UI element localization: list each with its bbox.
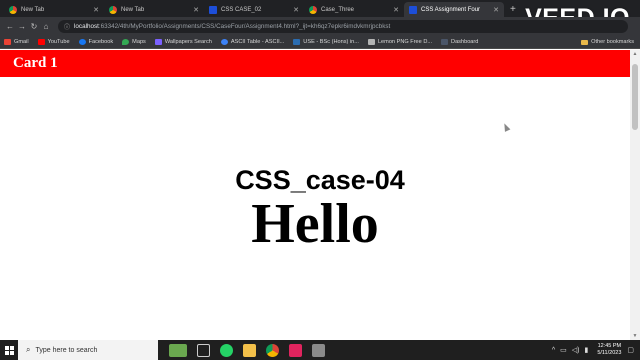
new-tab-button[interactable]: + (504, 2, 522, 17)
tab-label: New Tab (121, 6, 145, 13)
bookmark-label: Maps (132, 38, 146, 45)
network-icon[interactable]: ▭ (560, 346, 567, 354)
url-host: localhost (74, 22, 99, 30)
home-icon[interactable]: ⌂ (40, 22, 52, 31)
bookmark-gmail[interactable]: Gmail (4, 38, 29, 45)
back-arrow-icon[interactable]: ← (4, 22, 16, 31)
tab-label: Case_Three (321, 6, 355, 13)
taskbar-search[interactable]: ⌕ Type here to search (18, 340, 158, 360)
intellij-taskbar-icon[interactable] (289, 343, 302, 357)
search-placeholder: Type here to search (35, 346, 98, 354)
bookmark-label: USE - BSc (Hons) in... (303, 38, 359, 45)
mouse-cursor-icon (501, 122, 511, 132)
tab-css-assignment-four[interactable]: CSS Assignment Four ✕ (404, 2, 504, 17)
close-icon[interactable]: ✕ (393, 6, 399, 14)
whatsapp-icon[interactable] (220, 343, 233, 357)
chrome-icon (309, 5, 317, 14)
file-explorer-icon[interactable] (243, 343, 256, 357)
bookmark-maps[interactable]: Maps (122, 38, 146, 45)
widgets-icon[interactable] (169, 343, 187, 357)
bookmark-facebook[interactable]: Facebook (78, 38, 114, 45)
page-scrollbar[interactable]: ▲ ▼ (630, 50, 640, 340)
notifications-icon[interactable]: ▢ (627, 346, 634, 354)
chrome-taskbar-icon[interactable] (266, 343, 279, 357)
maps-pin-icon (122, 38, 130, 45)
search-icon: ⌕ (26, 345, 31, 354)
bookmark-label: ASCII Table - ASCII... (230, 38, 285, 45)
folder-icon (581, 39, 589, 45)
chrome-icon (9, 5, 17, 14)
tab-case-three[interactable]: Case_Three ✕ (304, 2, 404, 17)
bookmark-label: Facebook (88, 38, 114, 45)
scroll-up-icon[interactable]: ▲ (630, 51, 640, 57)
hello-heading: Hello (251, 193, 379, 255)
scroll-thumb[interactable] (632, 64, 638, 130)
clock-time: 12:45 PM (597, 343, 622, 349)
bookmark-dashboard[interactable]: Dashboard (441, 38, 479, 45)
battery-icon[interactable]: ▮ (584, 346, 588, 354)
windows-logo-icon (4, 345, 14, 355)
bookmark-lemon-png[interactable]: Lemon PNG Free D... (367, 38, 433, 45)
intellij-icon (409, 5, 417, 14)
taskbar-apps (164, 343, 330, 357)
bookmark-ascii-table[interactable]: ASCII Table - ASCII... (220, 38, 285, 45)
tab-label: CSS CASE_02 (221, 6, 262, 13)
bookmark-label: YouTube (47, 38, 70, 45)
gmail-icon (4, 38, 11, 45)
ascii-icon (220, 38, 228, 45)
bookmark-youtube[interactable]: YouTube (37, 38, 70, 45)
card-header: Card 1 (0, 50, 630, 77)
task-view-icon[interactable] (197, 343, 210, 357)
close-icon[interactable]: ✕ (93, 6, 99, 14)
lemon-png-icon (367, 38, 375, 45)
volume-icon[interactable]: ◁) (572, 346, 580, 354)
chrome-icon (109, 5, 117, 14)
chevron-up-icon[interactable]: ^ (552, 347, 555, 354)
dashboard-icon (441, 38, 449, 45)
tab-new-tab-1[interactable]: New Tab ✕ (4, 2, 104, 17)
bookmark-use-bsc[interactable]: USE - BSc (Hons) in... (293, 38, 359, 45)
use-icon (293, 38, 301, 45)
wallpapers-icon (154, 38, 162, 45)
bookmark-label: Lemon PNG Free D... (377, 38, 433, 45)
close-icon[interactable]: ✕ (293, 6, 299, 14)
system-tray: ^ ▭ ◁) ▮ 12:45 PM 5/11/2023 ▢ (552, 340, 634, 360)
youtube-icon (37, 38, 45, 45)
bookmarks-bar: Gmail YouTube Facebook Maps Wallpapers S… (0, 35, 640, 49)
facebook-icon (78, 38, 86, 45)
bookmark-label: Wallpapers Search (164, 38, 212, 45)
bookmark-wallpapers[interactable]: Wallpapers Search (154, 38, 212, 45)
clock-date: 5/11/2023 (597, 350, 622, 356)
bookmark-label: Dashboard (451, 38, 479, 45)
close-icon[interactable]: ✕ (493, 6, 499, 14)
windows-taskbar: ⌕ Type here to search ^ ▭ ◁) ▮ 12:45 PM … (0, 340, 640, 360)
url-path: :63342/4th/MyPortfolio/Assignments/CSS/C… (98, 22, 391, 30)
card-title: Card 1 (13, 55, 58, 71)
tab-label: CSS Assignment Four (421, 6, 481, 13)
tab-css-case-02[interactable]: CSS CASE_02 ✕ (204, 2, 304, 17)
bookmark-label: Gmail (14, 38, 29, 45)
tab-new-tab-2[interactable]: New Tab ✕ (104, 2, 204, 17)
other-bookmarks-label: Other bookmarks (591, 39, 634, 45)
tab-label: New Tab (21, 6, 45, 13)
taskbar-clock[interactable]: 12:45 PM 5/11/2023 (597, 343, 621, 357)
scroll-down-icon[interactable]: ▼ (630, 333, 640, 339)
browser-toolbar: ← → ↻ ⌂ ⓘ localhost :63342/4th/MyPortfol… (0, 17, 640, 35)
close-icon[interactable]: ✕ (193, 6, 199, 14)
reload-icon[interactable]: ↻ (28, 22, 40, 31)
media-player-icon[interactable] (312, 343, 325, 357)
intellij-icon (209, 5, 217, 14)
forward-arrow-icon[interactable]: → (16, 22, 28, 31)
web-page: Card 1 CSS_case-04 Hello (0, 50, 630, 340)
other-bookmarks[interactable]: Other bookmarks (581, 35, 634, 49)
start-button[interactable] (0, 340, 18, 360)
site-info-icon[interactable]: ⓘ (64, 22, 70, 31)
address-bar[interactable]: ⓘ localhost :63342/4th/MyPortfolio/Assig… (58, 19, 628, 33)
